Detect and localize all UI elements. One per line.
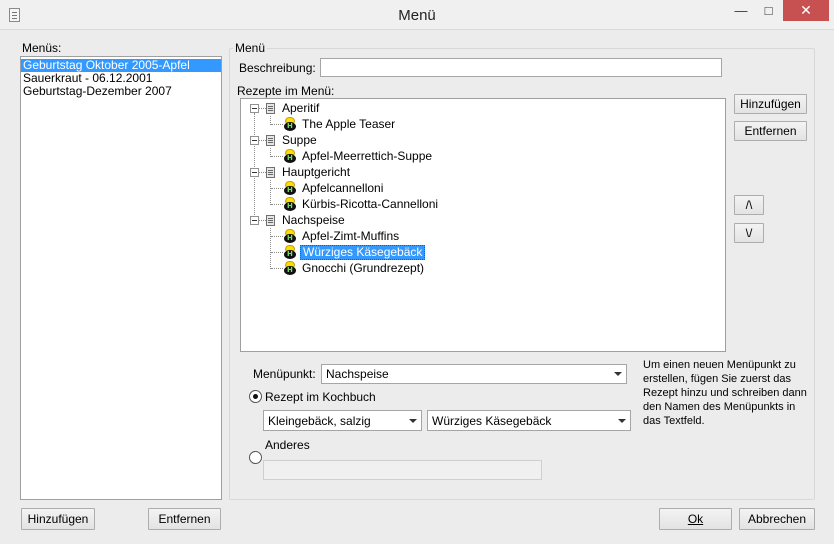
tree-recipe-row[interactable]: Apfel-Zimt-Muffins <box>241 228 721 244</box>
menu-group-title: Menü <box>233 41 268 55</box>
category-value: Kleingebäck, salzig <box>268 413 371 428</box>
help-text: Um einen neuen Menüpunkt zu erstellen, f… <box>643 359 807 427</box>
tree-recipe-label: Gnocchi (Grundrezept) <box>302 260 425 275</box>
chevron-down-icon <box>409 418 417 423</box>
other-radio[interactable] <box>249 451 262 464</box>
tree-recipe-label: Apfelcannelloni <box>302 180 384 195</box>
tree-category-label: Suppe <box>282 132 317 147</box>
ok-button[interactable]: Ok <box>659 508 732 530</box>
description-label: Beschreibung: <box>239 61 316 75</box>
other-input[interactable] <box>263 460 542 480</box>
chevron-down-icon <box>614 372 622 376</box>
description-input[interactable] <box>320 58 722 77</box>
tree-recipe-row[interactable]: Gnocchi (Grundrezept) <box>241 260 721 276</box>
window-title: Menü <box>398 7 436 24</box>
tree-category-label: Nachspeise <box>282 212 345 227</box>
recipe-combo[interactable]: Würziges Käsegebäck <box>427 410 631 431</box>
tree-recipe-row[interactable]: Apfel-Meerrettich-Suppe <box>241 148 721 164</box>
chef-hat-icon <box>283 181 297 195</box>
move-up-button[interactable]: /\ <box>734 195 764 215</box>
tree-recipe-label: Kürbis-Ricotta-Cannelloni <box>302 196 439 211</box>
tree-recipe-row[interactable]: Kürbis-Ricotta-Cannelloni <box>241 196 721 212</box>
remove-menu-button[interactable]: Entfernen <box>148 508 221 530</box>
cookbook-radio[interactable] <box>249 390 262 403</box>
tree-category-label: Hauptgericht <box>282 164 351 179</box>
tree-category-row[interactable]: Nachspeise <box>241 212 721 228</box>
collapse-toggle[interactable] <box>250 135 259 145</box>
tree-recipe-row[interactable]: Würziges Käsegebäck <box>241 244 721 260</box>
menu-item-combo[interactable]: Nachspeise <box>321 364 627 384</box>
cancel-button[interactable]: Abbrechen <box>739 508 815 530</box>
tree-category-row[interactable]: Suppe <box>241 132 721 148</box>
add-menu-button[interactable]: Hinzufügen <box>21 508 95 530</box>
category-icon <box>266 102 275 114</box>
recipe-value: Würziges Käsegebäck <box>432 413 552 428</box>
menu-item-label: Menüpunkt: <box>253 367 316 381</box>
move-down-button[interactable]: \/ <box>734 223 764 243</box>
collapse-toggle[interactable] <box>250 167 259 177</box>
tree-recipe-row[interactable]: Apfelcannelloni <box>241 180 721 196</box>
chef-hat-icon <box>283 229 297 243</box>
tree-recipe-row[interactable]: The Apple Teaser <box>241 116 721 132</box>
tree-recipe-label-selected: Würziges Käsegebäck <box>300 244 426 260</box>
chef-hat-icon <box>283 149 297 163</box>
close-button[interactable]: ✕ <box>783 0 829 21</box>
menus-label: Menüs: <box>22 41 62 55</box>
tree-category-row[interactable]: Aperitif <box>241 100 721 116</box>
chef-hat-icon <box>283 117 297 131</box>
category-icon <box>266 166 275 178</box>
minimize-button[interactable]: — <box>728 0 754 21</box>
add-recipe-button[interactable]: Hinzufügen <box>734 94 807 114</box>
recipes-label: Rezepte im Menü: <box>237 84 335 98</box>
ok-label: Ok <box>687 512 704 526</box>
menu-item-value: Nachspeise <box>326 367 389 381</box>
collapse-toggle[interactable] <box>250 215 259 225</box>
chef-hat-icon <box>283 197 297 211</box>
collapse-toggle[interactable] <box>250 103 259 113</box>
chef-hat-icon <box>283 261 297 275</box>
maximize-button[interactable]: □ <box>755 0 782 21</box>
menus-list[interactable]: Geburtstag Oktober 2005-Apfel Sauerkraut… <box>20 56 222 500</box>
tree-recipe-label: Apfel-Meerrettich-Suppe <box>302 148 433 163</box>
cookbook-option-label[interactable]: Rezept im Kochbuch <box>265 390 376 404</box>
tree-category-label: Aperitif <box>282 100 320 115</box>
tree-category-row[interactable]: Hauptgericht <box>241 164 721 180</box>
list-item[interactable]: Geburtstag-Dezember 2007 <box>21 85 221 98</box>
tree-recipe-label: Apfel-Zimt-Muffins <box>302 228 400 243</box>
chevron-down-icon <box>618 418 626 423</box>
category-combo[interactable]: Kleingebäck, salzig <box>263 410 422 431</box>
chef-hat-icon <box>283 245 297 259</box>
category-icon <box>266 134 275 146</box>
recipes-tree[interactable]: Aperitif The Apple Teaser Suppe Apfel-Me… <box>240 98 726 352</box>
tree-recipe-label: The Apple Teaser <box>302 116 396 131</box>
other-option-label[interactable]: Anderes <box>265 438 310 452</box>
category-icon <box>266 214 275 226</box>
remove-recipe-button[interactable]: Entfernen <box>734 121 807 141</box>
